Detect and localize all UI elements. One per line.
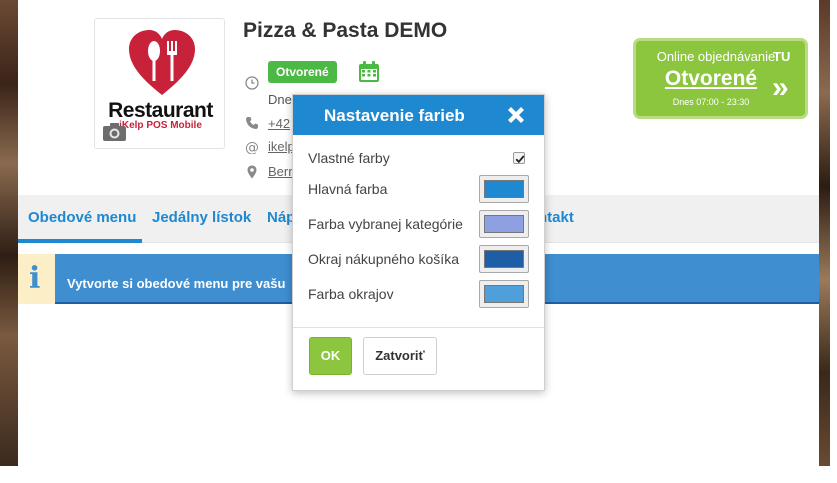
browser-viewport: Restaurant iKelp POS Mobile Pizza & Past… <box>0 0 837 483</box>
cart-border-color-picker[interactable] <box>479 245 529 273</box>
double-chevron-right-icon: » <box>772 71 789 104</box>
open-status-badge: Otvorené <box>268 61 337 83</box>
checkmark-icon <box>515 155 525 164</box>
calendar-icon[interactable] <box>357 60 381 84</box>
dialog-divider <box>293 327 544 328</box>
background-photo-left <box>0 0 18 466</box>
custom-colors-label: Vlastné farby <box>308 150 390 166</box>
online-order-tu: TU <box>773 49 791 64</box>
svg-text:@: @ <box>245 140 259 154</box>
color-settings-dialog: Nastavenie farieb Vlastné farby Hlavná f… <box>292 94 545 391</box>
selected-category-color-swatch <box>484 215 524 233</box>
selected-category-color-label: Farba vybranej kategórie <box>308 216 463 232</box>
border-color-label: Farba okrajov <box>308 286 394 302</box>
border-color-swatch <box>484 285 524 303</box>
restaurant-name: Pizza & Pasta DEMO <box>243 19 448 42</box>
info-icon: i <box>29 261 41 296</box>
heart-cutlery-logo-icon <box>129 30 195 95</box>
custom-colors-checkbox[interactable] <box>513 152 525 164</box>
cart-border-label: Okraj nákupného košíka <box>308 251 459 267</box>
tab-lunch-menu[interactable]: Obedové menu <box>28 209 136 226</box>
border-color-picker[interactable] <box>479 280 529 308</box>
selected-category-color-picker[interactable] <box>479 210 529 238</box>
online-order-title: Online objednávanie <box>656 49 776 64</box>
main-color-label: Hlavná farba <box>308 181 388 197</box>
background-photo-right <box>819 0 830 466</box>
ok-button[interactable]: OK <box>309 337 352 375</box>
close-icon[interactable] <box>505 104 527 126</box>
camera-icon[interactable] <box>103 122 126 141</box>
main-color-picker[interactable] <box>479 175 529 203</box>
online-order-button[interactable]: Online objednávanie TU Otvorené Dnes 07:… <box>633 38 808 119</box>
info-icon-box: i <box>18 254 55 304</box>
online-order-status[interactable]: Otvorené <box>636 67 786 91</box>
tab-food-menu[interactable]: Jedálny lístok <box>152 209 251 226</box>
email-link[interactable]: ikelp <box>268 139 295 154</box>
notice-text: Vytvorte si obedové menu pre vašu <box>67 276 286 291</box>
dialog-title: Nastavenie farieb <box>324 106 465 125</box>
online-order-hours: Dnes 07:00 - 23:30 <box>672 97 750 107</box>
cart-border-color-swatch <box>484 250 524 268</box>
active-tab-indicator <box>18 239 142 243</box>
phone-icon <box>246 117 258 129</box>
close-button[interactable]: Zatvoriť <box>363 337 437 375</box>
phone-number[interactable]: +42 <box>268 116 290 131</box>
restaurant-logo[interactable]: Restaurant iKelp POS Mobile <box>94 18 225 149</box>
map-marker-icon <box>247 165 257 179</box>
email-address[interactable]: ikelp <box>268 139 295 154</box>
opening-hours-text: Dne <box>268 92 292 107</box>
phone-link[interactable]: +42 <box>268 116 290 131</box>
at-sign-icon: @ <box>245 140 259 154</box>
clock-icon <box>245 76 259 90</box>
main-color-swatch <box>484 180 524 198</box>
dialog-header: Nastavenie farieb <box>293 95 544 135</box>
